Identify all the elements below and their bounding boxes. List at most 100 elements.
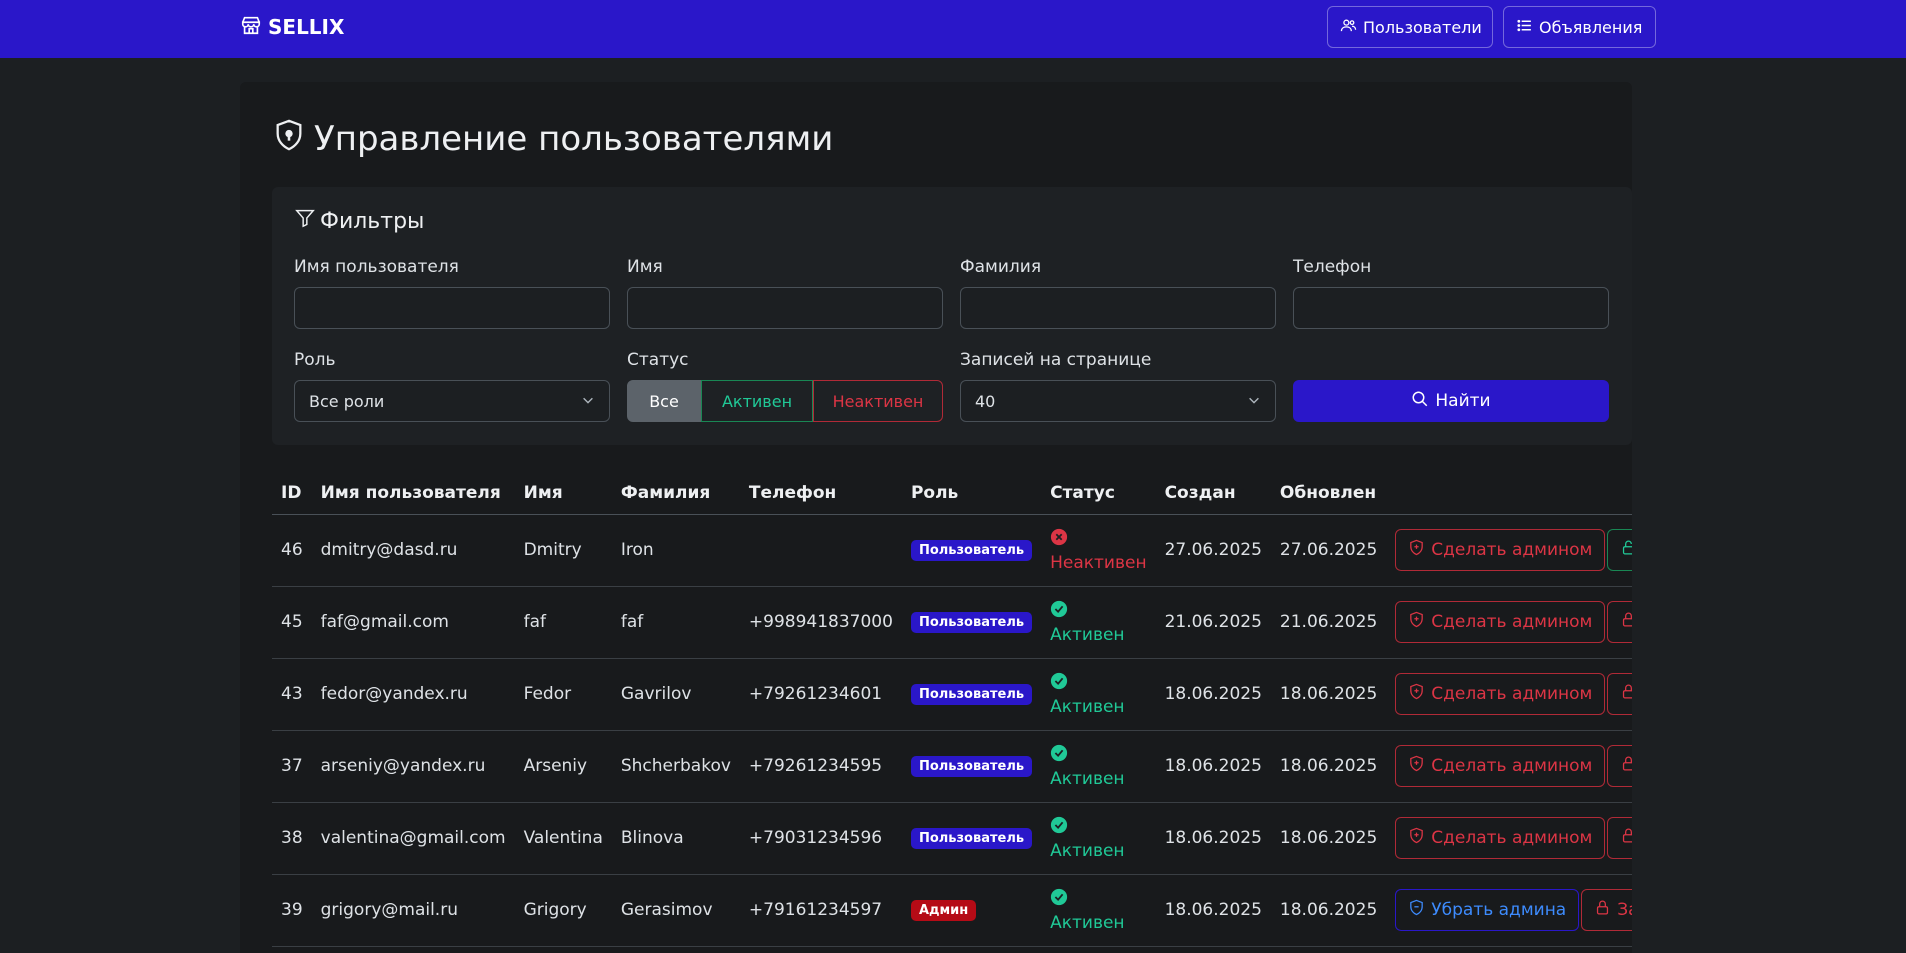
col-first-name: Имя <box>514 472 612 515</box>
role-badge: Пользователь <box>910 540 1033 561</box>
cell-id: 37 <box>272 730 312 803</box>
username-label: Имя пользователя <box>294 257 459 277</box>
cell-id: 39 <box>272 874 312 947</box>
first-name-label: Имя <box>627 257 663 277</box>
cell-phone: +79161234597 <box>739 874 902 947</box>
col-role: Роль <box>901 472 1042 515</box>
toggle-block-button[interactable]: Заблокировать <box>1607 601 1632 643</box>
list-icon <box>1516 17 1533 38</box>
shield-plus-icon <box>1408 755 1425 777</box>
per-page-select[interactable]: 40 <box>960 380 1276 422</box>
toggle-admin-label: Сделать админом <box>1431 756 1593 776</box>
toggle-block-label: Заблокировать <box>1617 900 1632 920</box>
lock-icon <box>1620 755 1632 777</box>
status-text: Активен <box>1050 696 1125 717</box>
toggle-admin-button[interactable]: Сделать админом <box>1395 673 1606 715</box>
cell-status: Активен <box>1041 658 1156 731</box>
cell-actions: Сделать админом Заблокировать <box>1386 730 1632 803</box>
table-header-row: ID Имя пользователя Имя Фамилия Телефон … <box>272 472 1632 515</box>
search-icon <box>1411 390 1429 413</box>
cell-status: Активен <box>1041 586 1156 659</box>
check-circle-icon <box>1050 816 1146 839</box>
toggle-admin-label: Сделать админом <box>1431 684 1593 704</box>
cell-phone: +998941837000 <box>739 586 902 659</box>
shield-lock-icon <box>272 118 306 161</box>
nav-users-button[interactable]: Пользователи <box>1327 6 1493 48</box>
table-row: 45 faf@gmail.com faf faf +998941837000 Пользо… <box>272 586 1632 659</box>
cell-actions: Сделать админом Разблокировать <box>1386 514 1632 587</box>
col-id: ID <box>272 472 312 515</box>
toggle-admin-button[interactable]: Сделать админом <box>1395 817 1606 859</box>
cell-username: grigory@mail.ru <box>311 874 515 947</box>
cell-actions: Сделать админом Заблокировать <box>1386 658 1632 731</box>
users-table: ID Имя пользователя Имя Фамилия Телефон … <box>272 472 1632 947</box>
cell-id: 46 <box>272 514 312 587</box>
toggle-admin-button[interactable]: Сделать админом <box>1395 529 1606 571</box>
role-select[interactable]: Все роли <box>294 380 610 422</box>
phone-label: Телефон <box>1293 257 1372 277</box>
cell-first-name: Arseniy <box>514 730 612 803</box>
status-text: Активен <box>1050 768 1125 789</box>
cell-last-name: Shcherbakov <box>611 730 740 803</box>
toggle-admin-button[interactable]: Сделать админом <box>1395 745 1606 787</box>
cell-username: fedor@yandex.ru <box>311 658 515 731</box>
cell-updated: 18.06.2025 <box>1270 802 1387 875</box>
role-badge: Админ <box>910 900 977 921</box>
lock-icon <box>1620 827 1632 849</box>
cell-role: Пользователь <box>901 658 1042 731</box>
nav-ads-button[interactable]: Объявления <box>1503 6 1656 48</box>
col-username: Имя пользователя <box>311 472 515 515</box>
last-name-input[interactable] <box>960 287 1276 329</box>
chevron-down-icon <box>1247 392 1261 411</box>
cell-phone: +79031234596 <box>739 802 902 875</box>
first-name-input[interactable] <box>627 287 943 329</box>
users-icon <box>1340 17 1357 38</box>
cell-last-name: Blinova <box>611 802 740 875</box>
check-circle-icon <box>1050 672 1146 695</box>
cell-created: 18.06.2025 <box>1155 658 1271 731</box>
cell-updated: 27.06.2025 <box>1270 514 1387 587</box>
cell-username: faf@gmail.com <box>311 586 515 659</box>
cell-last-name: Iron <box>611 514 740 587</box>
status-inactive-button[interactable]: Неактивен <box>813 380 943 422</box>
cell-role: Пользователь <box>901 730 1042 803</box>
brand-name: SELLIX <box>268 15 345 39</box>
cell-status: Активен <box>1041 802 1156 875</box>
toggle-block-button[interactable]: Заблокировать <box>1581 889 1632 931</box>
table-row: 39 grigory@mail.ru Grigory Gerasimov +791612… <box>272 874 1632 947</box>
col-status: Статус <box>1041 472 1156 515</box>
cell-first-name: faf <box>514 586 612 659</box>
username-input[interactable] <box>294 287 610 329</box>
toggle-admin-button[interactable]: Сделать админом <box>1395 601 1606 643</box>
nav-users-label: Пользователи <box>1363 17 1482 37</box>
nav-ads-label: Объявления <box>1539 17 1643 37</box>
toggle-admin-button[interactable]: Убрать админа <box>1395 889 1580 931</box>
toggle-block-button[interactable]: Заблокировать <box>1607 673 1632 715</box>
users-table-wrapper: ID Имя пользователя Имя Фамилия Телефон … <box>272 472 1632 953</box>
phone-input[interactable] <box>1293 287 1609 329</box>
toggle-block-button[interactable]: Разблокировать <box>1607 529 1632 571</box>
brand-logo[interactable]: SELLIX <box>240 0 344 54</box>
find-button[interactable]: Найти <box>1293 380 1609 422</box>
cell-username: valentina@gmail.com <box>311 802 515 875</box>
shield-plus-icon <box>1408 827 1425 849</box>
toggle-block-button[interactable]: Заблокировать <box>1607 817 1632 859</box>
status-active-button[interactable]: Активен <box>701 380 813 422</box>
cell-last-name: Gavrilov <box>611 658 740 731</box>
status-all-button[interactable]: Все <box>627 380 701 422</box>
cell-id: 38 <box>272 802 312 875</box>
shop-icon <box>240 14 262 41</box>
cell-created: 18.06.2025 <box>1155 730 1271 803</box>
table-row: 38 valentina@gmail.com Valentina Blinova +79… <box>272 802 1632 875</box>
lock-icon <box>1620 683 1632 705</box>
main-card: Управление пользователями Фильтры Имя по… <box>240 82 1632 953</box>
role-label: Роль <box>294 350 336 370</box>
table-row: 46 dmitry@dasd.ru Dmitry Iron Пользователь Не… <box>272 514 1632 587</box>
cell-status: Активен <box>1041 874 1156 947</box>
col-actions: Д <box>1386 472 1632 515</box>
cell-username: dmitry@dasd.ru <box>311 514 515 587</box>
filters-title: Фильтры <box>294 207 424 235</box>
toggle-block-button[interactable]: Заблокировать <box>1607 745 1632 787</box>
find-button-label: Найти <box>1435 391 1491 411</box>
role-badge: Пользователь <box>910 684 1033 705</box>
